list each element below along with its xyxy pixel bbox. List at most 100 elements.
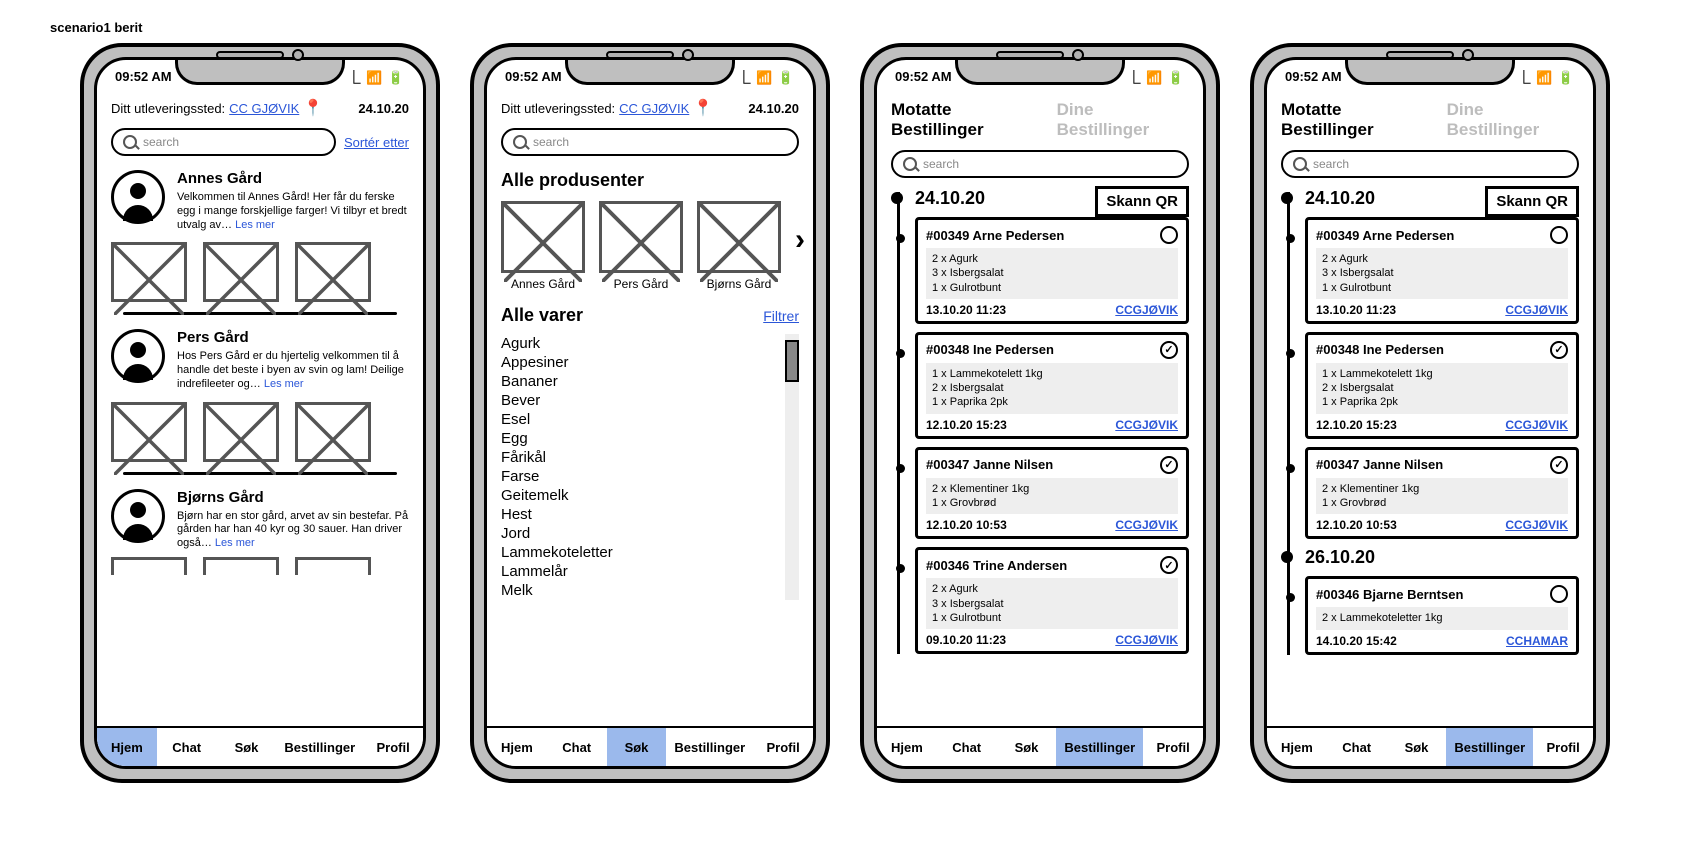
delivery-location-link[interactable]: CC GJØVIK [619,101,689,116]
item-row[interactable]: Geitemelk [501,486,779,505]
producer-carousel[interactable]: Annes Gård Pers Gård Bjørns Gård › [501,201,799,291]
order-card[interactable]: #00346 Bjarne Berntsen 2 x Lammekotelett… [1305,576,1579,654]
home-screen: Ditt utleveringssted: CC GJØVIK 📍 24.10.… [97,92,423,726]
item-row[interactable]: Hest [501,505,779,524]
nav-profil[interactable]: Profil [753,728,813,766]
order-card[interactable]: #00349 Arne Pedersen 2 x Agurk3 x Isberg… [915,217,1189,324]
item-row[interactable]: Farse [501,467,779,486]
search-input[interactable]: search [501,128,799,156]
product-thumb[interactable] [203,402,279,462]
producer-card[interactable]: Bjørns Gård [697,201,781,291]
items-list[interactable]: Agurk Appesiner Bananer Bever Esel Egg F… [501,334,799,600]
product-thumb[interactable] [295,557,371,575]
map-pin-icon[interactable]: 📍 [693,98,713,118]
orders-tab-inactive[interactable]: Dine Bestillinger [1447,100,1579,140]
status-time: 09:52 AM [115,69,172,84]
order-status-icon: ✓ [1160,341,1178,359]
chevron-right-icon[interactable]: › [795,223,805,257]
item-row[interactable]: Melk [501,581,779,600]
nav-chat[interactable]: Chat [937,728,997,766]
nav-bestillinger[interactable]: Bestillinger [1446,728,1533,766]
read-more-link[interactable]: Les mer [235,219,275,231]
order-card[interactable]: #00348 Ine Pedersen ✓ 1 x Lammekotelett … [915,332,1189,439]
item-row[interactable]: Appesiner [501,353,779,372]
filter-link[interactable]: Filtrer [763,308,799,324]
order-location-link[interactable]: CCHAMAR [1506,634,1568,648]
order-card[interactable]: #00349 Arne Pedersen 2 x Agurk3 x Isberg… [1305,217,1579,324]
order-card[interactable]: #00347 Janne Nilsen ✓ 2 x Klementiner 1k… [1305,447,1579,540]
scrollbar-thumb[interactable] [785,340,799,382]
item-row[interactable]: Jord [501,524,779,543]
phone-1: 09:52 AM ⎿ 📶 🔋 Ditt utleveringssted: CC … [80,43,440,783]
order-location-link[interactable]: CCGJØVIK [1505,303,1568,317]
order-card[interactable]: #00348 Ine Pedersen ✓ 1 x Lammekotelett … [1305,332,1579,439]
nav-bestillinger[interactable]: Bestillinger [1056,728,1143,766]
search-input[interactable]: search [891,150,1189,178]
item-row[interactable]: Agurk [501,334,779,353]
product-thumb[interactable] [203,242,279,302]
nav-sok[interactable]: Søk [217,728,277,766]
order-card[interactable]: #00347 Janne Nilsen ✓ 2 x Klementiner 1k… [915,447,1189,540]
nav-profil[interactable]: Profil [1143,728,1203,766]
nav-hjem[interactable]: Hjem [877,728,937,766]
item-row[interactable]: Egg [501,429,779,448]
item-row[interactable]: Bever [501,391,779,410]
nav-bestillinger[interactable]: Bestillinger [276,728,363,766]
nav-chat[interactable]: Chat [1327,728,1387,766]
producer-card[interactable]: Annes Gård [501,201,585,291]
delivery-location-link[interactable]: CC GJØVIK [229,101,299,116]
nav-profil[interactable]: Profil [1533,728,1593,766]
item-row[interactable]: Lammekoteletter [501,543,779,562]
search-input[interactable]: search [1281,150,1579,178]
product-thumb[interactable] [295,242,371,302]
order-location-link[interactable]: CCGJØVIK [1115,303,1178,317]
status-time: 09:52 AM [895,69,952,84]
product-thumb[interactable] [295,402,371,462]
orders-tab-active[interactable]: Motatte Bestillinger [1281,100,1437,140]
all-producers-heading: Alle produsenter [501,170,799,191]
nav-hjem[interactable]: Hjem [1267,728,1327,766]
scan-qr-button[interactable]: Skann QR [1485,186,1579,217]
nav-sok[interactable]: Søk [997,728,1057,766]
nav-bestillinger[interactable]: Bestillinger [666,728,753,766]
nav-sok[interactable]: Søk [1387,728,1447,766]
item-row[interactable]: Esel [501,410,779,429]
product-thumb[interactable] [111,557,187,575]
sort-link[interactable]: Sortér etter [344,135,409,150]
item-row[interactable]: Fårikål [501,448,779,467]
orders-tab-active[interactable]: Motatte Bestillinger [891,100,1047,140]
order-location-link[interactable]: CCGJØVIK [1505,518,1568,532]
product-thumb[interactable] [111,242,187,302]
nav-sok[interactable]: Søk [607,728,667,766]
order-status-icon: ✓ [1550,341,1568,359]
nav-chat[interactable]: Chat [157,728,217,766]
nav-chat[interactable]: Chat [547,728,607,766]
product-thumb[interactable] [203,557,279,575]
order-card[interactable]: #00346 Trine Andersen ✓ 2 x Agurk3 x Isb… [915,547,1189,654]
farm-item[interactable]: Annes Gård Velkommen til Annes Gård! Her… [111,170,409,302]
farm-item[interactable]: Pers Gård Hos Pers Gård er du hjertelig … [111,329,409,461]
map-pin-icon[interactable]: 📍 [303,98,323,118]
read-more-link[interactable]: Les mer [215,537,255,549]
order-timestamp: 12.10.20 15:23 [1316,418,1397,432]
order-location-link[interactable]: CCGJØVIK [1115,633,1178,647]
nav-profil[interactable]: Profil [363,728,423,766]
item-row[interactable]: Bananer [501,372,779,391]
orders-tab-inactive[interactable]: Dine Bestillinger [1057,100,1189,140]
producer-card[interactable]: Pers Gård [599,201,683,291]
order-location-link[interactable]: CCGJØVIK [1115,418,1178,432]
nav-hjem[interactable]: Hjem [97,728,157,766]
order-status-icon: ✓ [1550,456,1568,474]
read-more-link[interactable]: Les mer [264,378,304,390]
order-location-link[interactable]: CCGJØVIK [1505,418,1568,432]
product-thumb[interactable] [111,402,187,462]
order-location-link[interactable]: CCGJØVIK [1115,518,1178,532]
order-items: 2 x Klementiner 1kg1 x Grovbrød [926,478,1178,515]
farm-item[interactable]: Bjørns Gård Bjørn har en stor gård, arve… [111,489,409,575]
nav-hjem[interactable]: Hjem [487,728,547,766]
scan-qr-button[interactable]: Skann QR [1095,186,1189,217]
search-input[interactable]: search [111,128,336,156]
item-row[interactable]: Lammelår [501,562,779,581]
status-icons: ⎿ 📶 🔋 [1517,67,1575,86]
farm-title: Pers Gård [177,329,409,346]
